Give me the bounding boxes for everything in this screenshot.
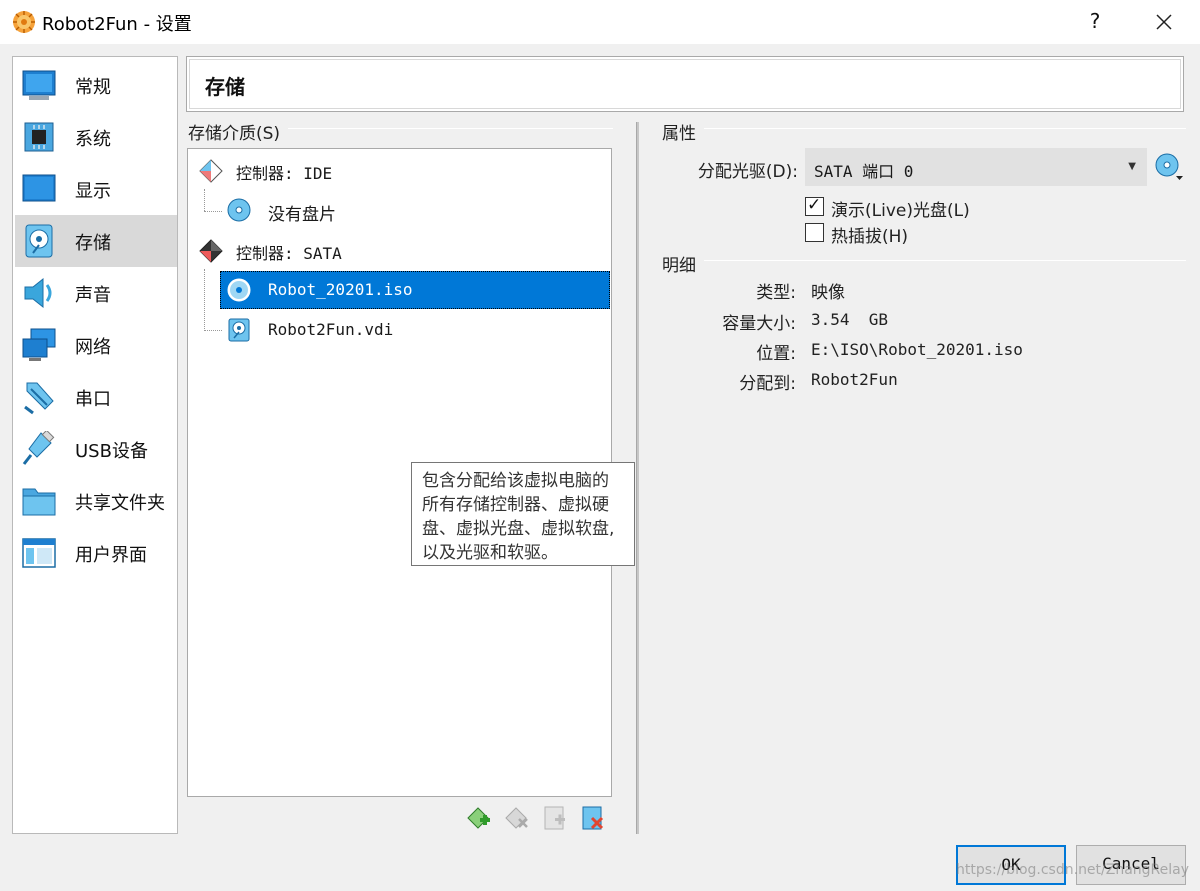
virtualbox-app-icon	[13, 11, 35, 33]
sidebar-item-label: 显示	[75, 181, 111, 202]
tree-connector	[204, 189, 205, 211]
sidebar-item-serial-port[interactable]: 串口	[15, 371, 177, 423]
attributes-heading: 属性	[662, 119, 704, 144]
tree-item-ide-controller[interactable]: 控制器: IDE	[188, 151, 611, 189]
sidebar-item-user-interface[interactable]: 用户界面	[15, 527, 177, 579]
tree-item-label: 控制器: IDE	[236, 164, 333, 183]
choose-disc-button[interactable]	[1154, 152, 1184, 182]
details-group-line	[663, 260, 1186, 261]
location-label: 位置:	[756, 344, 796, 364]
sidebar-item-storage[interactable]: 存储	[15, 215, 177, 267]
optical-drive-label: 分配光驱(D):	[697, 162, 798, 182]
sidebar-item-display[interactable]: 显示	[15, 163, 177, 215]
hotplug-checkbox[interactable]: 热插拔(H)	[805, 221, 1005, 247]
attached-to-label: 分配到:	[739, 374, 796, 394]
sidebar-item-label: 网络	[75, 337, 111, 358]
attributes-group-line	[663, 128, 1186, 129]
storage-tree-tooltip: 包含分配给该虚拟电脑的所有存储控制器、虚拟硬盘、虚拟光盘、虚拟软盘,以及光驱和软…	[411, 462, 635, 566]
storage-media-heading: 存储介质(S)	[188, 119, 289, 144]
help-button[interactable]: ?	[1082, 6, 1108, 36]
tree-item-vdi-disk[interactable]: Robot2Fun.vdi	[220, 311, 610, 349]
live-cd-checkbox[interactable]: ✓ 演示(Live)光盘(L)	[805, 195, 1005, 221]
location-value: E:\ISO\Robot_20201.iso	[811, 340, 1023, 359]
sidebar-item-label: 串口	[75, 389, 111, 410]
tree-connector	[204, 269, 205, 331]
checkbox-box[interactable]	[805, 223, 824, 242]
general-monitor-icon	[22, 70, 56, 100]
serial-port-icon	[24, 382, 54, 415]
title-bar: Robot2Fun - 设置 ?	[0, 0, 1200, 44]
folder-icon	[22, 488, 56, 516]
sidebar-item-label: 用户界面	[75, 545, 147, 566]
sidebar-item-label: 常规	[75, 77, 111, 98]
add-attachment-button[interactable]	[542, 804, 568, 832]
live-cd-label: 演示(Live)光盘(L)	[831, 201, 970, 221]
sata-controller-icon	[199, 239, 223, 263]
optical-disc-icon	[227, 198, 251, 222]
chip-icon	[24, 122, 54, 152]
sidebar-item-network[interactable]: 网络	[15, 319, 177, 371]
sidebar-item-general[interactable]: 常规	[15, 59, 177, 111]
storage-disk-icon	[25, 224, 53, 258]
hotplug-label: 热插拔(H)	[831, 227, 909, 247]
tree-item-empty-disc[interactable]: 没有盘片	[218, 191, 608, 229]
remove-attachment-button[interactable]	[580, 804, 606, 832]
sidebar-item-label: 共享文件夹	[75, 493, 165, 514]
sidebar-item-shared-folders[interactable]: 共享文件夹	[15, 475, 177, 527]
network-icon	[22, 328, 56, 361]
tree-item-label: Robot2Fun.vdi	[268, 320, 394, 339]
close-icon[interactable]	[1148, 6, 1180, 38]
type-label: 类型:	[756, 283, 796, 303]
window-title: Robot2Fun - 设置	[42, 14, 192, 35]
checkmark-icon: ✓	[807, 195, 822, 215]
optical-disc-icon	[227, 278, 251, 302]
page-title: 存储	[205, 75, 245, 99]
sidebar-item-label: 声音	[75, 285, 111, 306]
tree-item-label: Robot_20201.iso	[268, 280, 413, 299]
sidebar-item-audio[interactable]: 声音	[15, 267, 177, 319]
sidebar-item-label: USB设备	[75, 441, 148, 462]
optical-drive-value: SATA 端口 0	[814, 162, 914, 181]
sidebar-item-label: 存储	[75, 233, 111, 254]
panel-splitter[interactable]	[636, 122, 639, 834]
type-value: 映像	[811, 283, 845, 303]
sidebar-item-usb[interactable]: USB设备	[15, 423, 177, 475]
tree-item-label: 没有盘片	[268, 205, 336, 225]
tree-item-label: 控制器: SATA	[236, 244, 342, 263]
dropdown-arrow-icon: ▼	[1128, 161, 1136, 172]
checkbox-box[interactable]: ✓	[805, 195, 824, 216]
usb-icon	[22, 431, 55, 465]
add-controller-button[interactable]	[466, 804, 492, 832]
watermark-text: https://blog.csdn.net/ZhangRelay	[956, 862, 1190, 878]
sidebar-item-system[interactable]: 系统	[15, 111, 177, 163]
user-interface-icon	[22, 538, 56, 568]
ide-controller-icon	[199, 159, 223, 183]
size-value: 3.54 GB	[811, 310, 889, 329]
tree-item-iso-disc[interactable]: Robot_20201.iso	[220, 271, 610, 309]
details-heading: 明细	[662, 251, 704, 276]
tree-item-sata-controller[interactable]: 控制器: SATA	[188, 231, 611, 269]
page-header: 存储	[186, 56, 1184, 112]
optical-drive-select[interactable]: SATA 端口 0 ▼	[805, 148, 1147, 186]
remove-controller-button[interactable]	[504, 804, 530, 832]
speaker-icon	[24, 277, 52, 309]
attached-to-value: Robot2Fun	[811, 370, 898, 389]
settings-category-list: 常规 系统 显示 存储 声音 网络 串口 USB设备 共享文件夹 用户界面	[12, 56, 178, 834]
display-icon	[22, 174, 56, 202]
size-label: 容量大小:	[722, 314, 796, 334]
sidebar-item-label: 系统	[75, 129, 111, 150]
hard-disk-icon	[228, 318, 250, 342]
